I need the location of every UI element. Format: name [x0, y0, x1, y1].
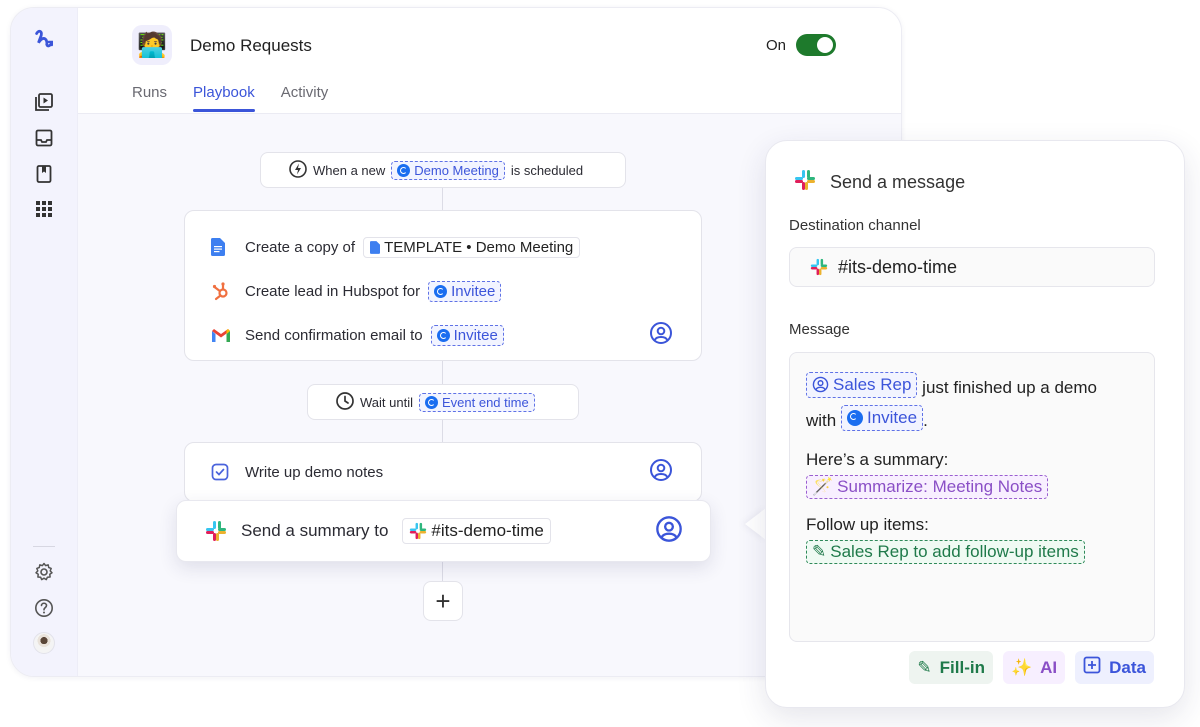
step-row[interactable]: Create a copy of TEMPLATE • Demo Meeting — [185, 225, 701, 269]
trigger-suffix: is scheduled — [510, 162, 584, 178]
book-icon[interactable] — [32, 162, 56, 186]
user-avatar[interactable] — [33, 632, 55, 654]
step-row: Send a summary to #its-demo-time — [177, 509, 710, 553]
wait-node[interactable]: Wait until Event end time — [307, 384, 579, 420]
google-docs-icon — [211, 238, 237, 256]
tab-bar: Runs Playbook Activity — [132, 84, 329, 112]
message-label: Message — [789, 321, 850, 338]
page-title: Demo Requests — [190, 36, 312, 55]
slack-icon — [810, 258, 828, 276]
step-row: Write up demo notes — [185, 450, 701, 494]
connector-line — [442, 188, 443, 210]
ai-summary-token[interactable]: 🪄 Summarize: Meeting Notes — [806, 475, 1049, 499]
workflow-logo[interactable] — [32, 28, 56, 52]
magic-wand-icon: ✨ — [1010, 657, 1033, 677]
calendly-icon — [397, 163, 411, 177]
selected-slack-node[interactable]: Send a summary to #its-demo-time — [176, 500, 711, 562]
destination-channel-field[interactable]: #its-demo-time — [789, 247, 1155, 287]
header: 🧑‍💻 Demo Requests On Runs Playbook Activ… — [78, 8, 901, 114]
toggle-label: On — [766, 37, 787, 54]
destination-label: Destination channel — [789, 217, 921, 234]
fill-in-button[interactable]: ✎ Fill-in — [909, 651, 993, 684]
connector-line — [442, 361, 443, 384]
trigger-node[interactable]: When a new Demo Meeting is scheduled — [260, 152, 626, 188]
assignee-icon[interactable] — [649, 458, 673, 486]
trigger-prefix: When a new — [313, 162, 386, 178]
calendly-icon — [846, 410, 863, 426]
step-row[interactable]: Create lead in Hubspot for Invitee — [185, 269, 701, 313]
connector-line — [442, 562, 443, 581]
wait-prefix: Wait until — [360, 394, 413, 410]
tab-activity[interactable]: Activity — [281, 84, 329, 111]
runs-icon[interactable] — [32, 90, 56, 114]
event-end-time-token[interactable]: Event end time — [418, 392, 535, 412]
clock-icon — [336, 391, 354, 413]
apps-grid-icon[interactable] — [32, 197, 56, 221]
step-row[interactable]: Send confirmation email to Invitee — [185, 313, 701, 357]
panel-title: Send a message — [830, 172, 966, 192]
person-icon — [812, 376, 829, 393]
sidebar — [11, 8, 78, 676]
calendly-icon — [424, 395, 438, 409]
assignee-icon[interactable] — [655, 515, 683, 548]
invitee-token[interactable]: Invitee — [840, 405, 924, 431]
enable-toggle[interactable] — [796, 34, 836, 56]
settings-icon[interactable] — [32, 560, 56, 584]
fill-in-icon: ✎ — [917, 657, 932, 677]
slack-icon — [794, 169, 816, 196]
followup-label: Follow up items: — [806, 515, 929, 534]
calendly-icon — [436, 328, 450, 342]
template-doc-token[interactable]: TEMPLATE • Demo Meeting — [363, 236, 581, 258]
calendly-icon — [434, 284, 448, 298]
invitee-token[interactable]: Invitee — [428, 280, 502, 302]
magic-wand-icon: 🪄 — [812, 477, 834, 496]
sidebar-divider — [33, 546, 55, 547]
lightning-icon — [289, 159, 307, 181]
invitee-token[interactable]: Invitee — [430, 324, 504, 346]
action-block: Create a copy of TEMPLATE • Demo Meeting… — [184, 210, 702, 361]
data-button[interactable]: Data — [1075, 651, 1154, 684]
add-step-button[interactable]: + — [423, 581, 463, 621]
summary-label: Here’s a summary: — [806, 450, 949, 469]
sales-rep-token[interactable]: Sales Rep — [806, 371, 918, 398]
gmail-icon — [211, 328, 237, 343]
channel-token[interactable]: #its-demo-time — [402, 518, 551, 544]
hubspot-icon — [211, 281, 237, 301]
panel-pointer — [745, 508, 766, 540]
step-detail-panel: Send a message Destination channel #its-… — [765, 140, 1185, 708]
ai-button[interactable]: ✨ AI — [1002, 651, 1066, 684]
app-icon: 🧑‍💻 — [132, 25, 172, 65]
panel-header: Send a message — [794, 169, 965, 196]
assignee-icon[interactable] — [649, 321, 673, 349]
connector-line — [442, 420, 443, 442]
insert-actions: ✎ Fill-in ✨ AI Data — [909, 651, 1154, 684]
slack-icon — [205, 520, 227, 542]
fill-in-token[interactable]: ✎ Sales Rep to add follow-up items — [806, 540, 1085, 564]
inbox-icon[interactable] — [32, 126, 56, 150]
destination-value: #its-demo-time — [838, 256, 958, 277]
task-node[interactable]: Write up demo notes — [184, 442, 702, 502]
tab-runs[interactable]: Runs — [132, 84, 167, 111]
help-icon[interactable] — [32, 596, 56, 620]
checkbox-icon — [211, 463, 237, 481]
demo-meeting-token[interactable]: Demo Meeting — [391, 160, 505, 180]
message-editor[interactable]: Sales Rep just finished up a demo with I… — [789, 352, 1155, 642]
tab-playbook[interactable]: Playbook — [193, 84, 255, 112]
fill-in-icon: ✎ — [812, 542, 827, 561]
plus-box-icon — [1083, 656, 1101, 679]
